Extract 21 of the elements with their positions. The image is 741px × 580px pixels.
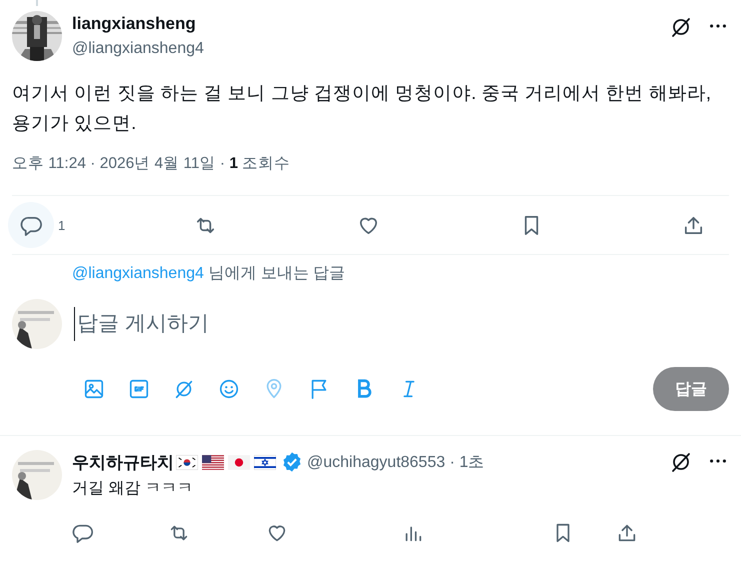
post-text: 여기서 이런 짓을 하는 걸 보니 그냥 겁쟁이에 멍청이야. 중국 거리에서 한번 해봐라, 용기가 있으면.: [12, 81, 712, 135]
israel-flag-icon: [254, 454, 276, 470]
reply-input-field[interactable]: 답글 게시하기: [74, 307, 729, 341]
reply-to-line: @liangxiansheng4 님에게 보내는 답글: [71, 264, 346, 284]
gif-icon[interactable]: [128, 378, 150, 400]
image-icon[interactable]: [83, 378, 105, 400]
user-handle-and-time[interactable]: @uchihagyut86553 · 1초: [307, 452, 484, 472]
reply-text: 거길 왜감 ㅋㅋㅋ: [72, 479, 194, 499]
reply-icon[interactable]: [72, 522, 94, 544]
user-handle[interactable]: @liangxiansheng4: [72, 38, 659, 60]
slashed-circle-icon[interactable]: [669, 450, 693, 474]
usa-flag-icon: [202, 454, 224, 470]
post-timestamp: 오후 11:24 · 2026년 4월 11일 · 1 조회수: [12, 154, 292, 174]
share-icon[interactable]: [616, 522, 638, 544]
japan-flag-icon: [228, 454, 250, 470]
user-name[interactable]: liangxiansheng: [72, 13, 659, 35]
korea-flag-icon: [176, 454, 198, 470]
user-name[interactable]: 우치하규타치: [72, 450, 174, 474]
smiley-icon[interactable]: [218, 378, 240, 400]
reply-count: 1: [58, 218, 66, 232]
slashed-circle-icon[interactable]: [669, 15, 693, 39]
